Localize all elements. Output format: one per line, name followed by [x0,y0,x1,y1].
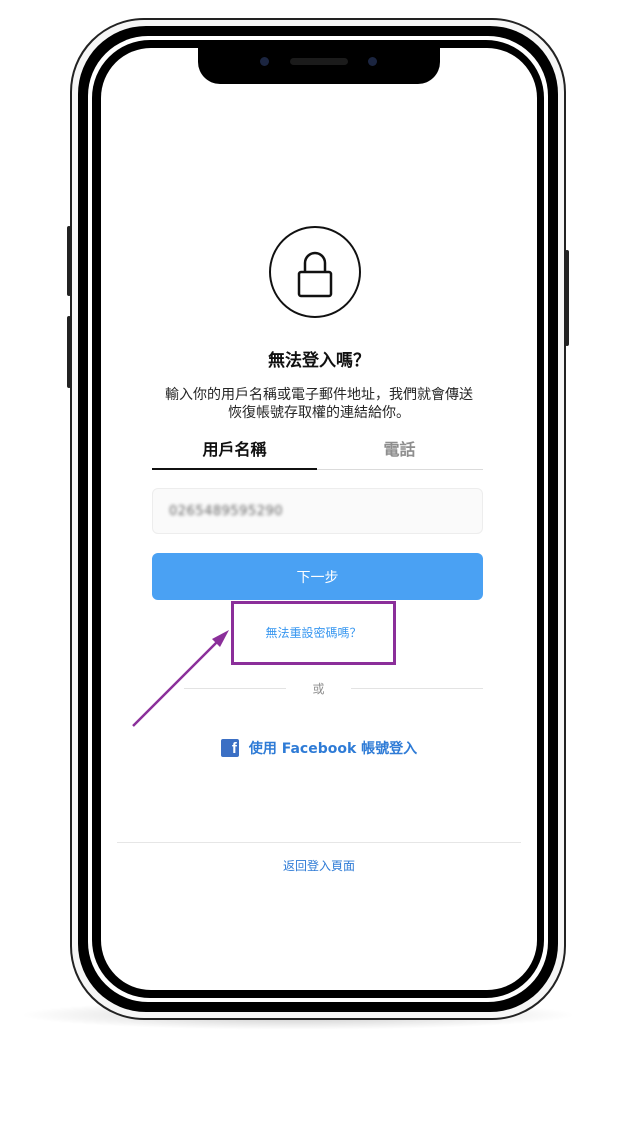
facebook-login-label: 使用 Facebook 帳號登入 [248,741,418,757]
tab-username[interactable]: 用戶名稱 [152,436,317,460]
tab-phone[interactable]: 電話 [317,436,482,460]
phone-screen: 無法登入嗎？ 輸入你的用戶名稱或電子郵件地址，我們就會傳送恢復帳號存取權的連結給… [101,48,537,990]
divider-left [184,688,286,689]
front-camera-icon [260,57,269,66]
footer-divider [117,842,521,843]
lock-icon [269,226,361,318]
notch [198,48,440,84]
tab-active-indicator [152,468,317,470]
page-title: 無法登入嗎？ [268,351,370,371]
facebook-icon: f [220,739,239,757]
power-button [565,250,569,346]
username-input-value: 0265489595290 [169,503,284,519]
facebook-login-button[interactable]: f 使用 Facebook 帳號登入 [101,738,537,758]
page-description: 輸入你的用戶名稱或電子郵件地址，我們就會傳送恢復帳號存取權的連結給你。 [165,387,473,421]
next-button[interactable]: 下一步 [152,553,483,600]
mute-switch [67,226,71,296]
cant-reset-password-link[interactable]: 無法重設密碼嗎？ [231,624,396,641]
volume-button [67,316,71,388]
username-input[interactable]: 0265489595290 [152,488,483,534]
back-to-login-link[interactable]: 返回登入頁面 [101,857,537,874]
divider-right [351,688,483,689]
sensor-icon [368,57,377,66]
speaker-grille [290,58,348,65]
divider-or-label: 或 [312,682,325,696]
